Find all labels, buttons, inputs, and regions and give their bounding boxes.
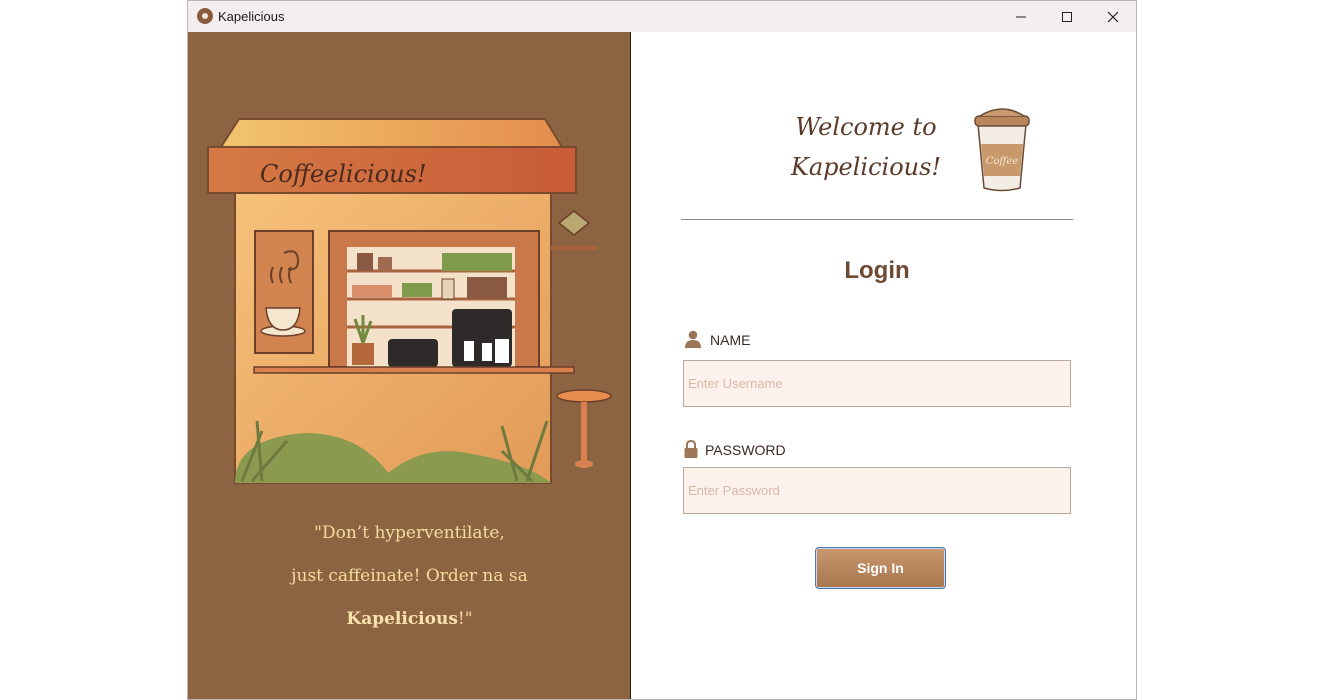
maximize-icon <box>1062 11 1072 22</box>
user-icon <box>685 330 701 348</box>
title-bar[interactable]: Kapelicious <box>188 1 1136 32</box>
login-title: Login <box>844 257 910 284</box>
quote-line-2: just caffeinate! Order na sa <box>291 566 528 586</box>
cup-label-text: Coffee <box>986 156 1019 167</box>
header-divider <box>681 219 1073 220</box>
minimize-button[interactable] <box>998 1 1044 32</box>
minimize-icon <box>1016 16 1026 17</box>
close-button[interactable] <box>1090 1 1136 32</box>
quote-line-3: Kapelicious!" <box>188 598 631 641</box>
name-label: NAME <box>710 332 751 348</box>
coffee-kiosk-illustration: Coffeelicious! <box>207 118 612 484</box>
login-panel: Welcome to Kapelicious! Coffee Login NAM… <box>631 32 1136 699</box>
kiosk-sign-text: Coffeelicious! <box>260 160 427 188</box>
welcome-heading: Welcome to Kapelicious! <box>761 107 971 187</box>
close-icon <box>1107 11 1119 22</box>
maximize-button[interactable] <box>1044 1 1090 32</box>
left-panel: Coffeelicious! "Don’t hyperventilate, ju… <box>188 32 631 699</box>
username-input[interactable] <box>683 360 1071 407</box>
sign-in-button[interactable]: Sign In <box>815 547 946 589</box>
quote-brand: Kapelicious <box>346 609 458 629</box>
lock-icon <box>684 440 698 458</box>
app-window: Kapelicious Coffeelicious! "Don’t hyperv… <box>187 0 1137 700</box>
welcome-line-1: Welcome to <box>795 113 937 141</box>
coffee-cup-icon: Coffee <box>974 108 1030 192</box>
app-logo-icon <box>197 8 213 24</box>
password-label: PASSWORD <box>705 442 786 458</box>
password-input[interactable] <box>683 467 1071 514</box>
window-title: Kapelicious <box>218 9 285 24</box>
quote-line-1: "Don’t hyperventilate, <box>314 523 505 543</box>
welcome-line-2: Kapelicious! <box>790 153 942 181</box>
quote-end: !" <box>457 609 473 629</box>
tagline-quote: "Don’t hyperventilate, just caffeinate! … <box>188 512 631 641</box>
